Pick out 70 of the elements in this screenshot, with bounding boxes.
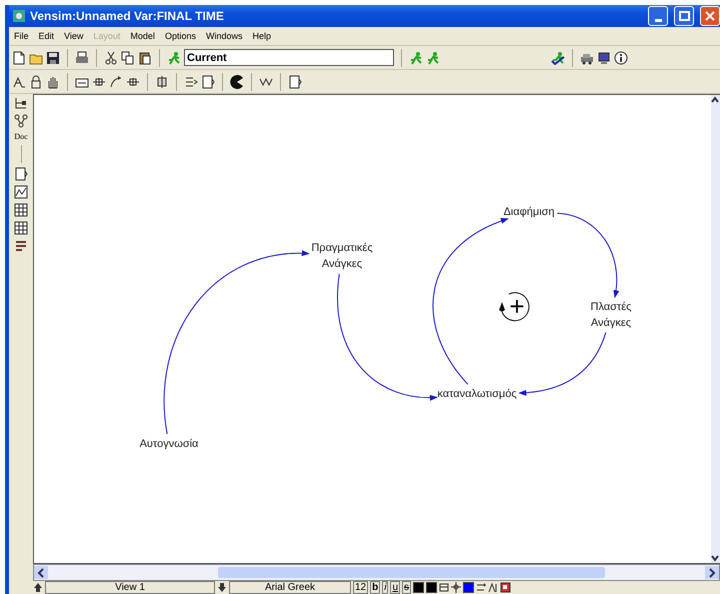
crosshair-icon[interactable] xyxy=(451,582,462,593)
app-icon xyxy=(12,9,26,23)
new-file-icon[interactable] xyxy=(12,50,26,64)
variable-label: καταναλωτισμός xyxy=(437,387,517,402)
menu-item[interactable]: Options xyxy=(160,31,201,41)
shape-tool-icon[interactable] xyxy=(439,582,450,593)
scroll-up-icon[interactable] xyxy=(711,95,719,104)
shadow-variable-icon[interactable] xyxy=(155,74,169,88)
palette-icon[interactable] xyxy=(500,582,512,593)
scroll-down-icon[interactable] xyxy=(711,554,719,563)
menu-item[interactable]: Edit xyxy=(34,31,60,41)
runner-check-icon[interactable] xyxy=(551,50,565,64)
tree-icon[interactable] xyxy=(14,96,28,110)
loop-polarity-sign: + xyxy=(509,293,525,319)
scrollbar-thumb[interactable] xyxy=(218,567,605,578)
sheet-icon[interactable] xyxy=(14,167,28,181)
paste-icon[interactable] xyxy=(138,50,152,64)
font-size-icon[interactable] xyxy=(488,582,498,593)
color-swatch[interactable] xyxy=(413,582,424,593)
sheet-icon[interactable] xyxy=(288,74,302,88)
view-name-field[interactable]: View 1 xyxy=(45,581,215,594)
run-name-field[interactable]: Current xyxy=(184,49,394,66)
runs-icon[interactable] xyxy=(14,239,28,253)
save-icon[interactable] xyxy=(46,50,60,64)
text-style-button[interactable]: i xyxy=(382,581,388,594)
menu-item[interactable]: Model xyxy=(125,31,160,41)
maximize-button[interactable] xyxy=(674,6,694,26)
graph-icon[interactable] xyxy=(14,185,28,199)
menu-item[interactable]: View xyxy=(59,31,88,41)
scroll-left-button[interactable] xyxy=(34,566,48,579)
minimize-icon xyxy=(654,18,662,22)
menu-item[interactable]: Windows xyxy=(200,31,248,41)
variable-label: Πλαστές Ανάγκες xyxy=(590,300,632,331)
window-title: Vensim:Unnamed Var:FINAL TIME xyxy=(30,9,224,23)
variable-label: Αυτογνωσία xyxy=(140,437,198,452)
maximize-icon xyxy=(678,10,690,22)
arrow-style-icon[interactable] xyxy=(476,582,486,593)
minimize-button[interactable] xyxy=(648,6,668,26)
view-down-icon[interactable] xyxy=(217,582,227,593)
print-icon[interactable] xyxy=(75,50,89,64)
font-size-field[interactable]: 12 xyxy=(353,581,368,594)
lock-icon[interactable] xyxy=(29,74,43,88)
scroll-right-button[interactable] xyxy=(705,566,719,579)
doc-button[interactable]: Doc xyxy=(14,132,28,141)
variable-label: Διαφήμιση xyxy=(503,205,555,220)
text-style-button[interactable]: u xyxy=(390,581,400,594)
text-tool-icon[interactable] xyxy=(12,74,26,88)
color-swatch[interactable] xyxy=(463,582,474,593)
text-style-button[interactable]: s xyxy=(402,581,412,594)
text-style-button[interactable]: b xyxy=(370,581,380,594)
monitor-icon[interactable] xyxy=(597,50,611,64)
network-icon[interactable] xyxy=(14,114,28,128)
variable-label: Πραγματικές Ανάγκες xyxy=(311,241,373,272)
arrow-tool-icon[interactable] xyxy=(109,74,123,88)
font-selector[interactable]: Arial Greek xyxy=(229,581,351,594)
close-icon xyxy=(704,10,716,22)
menu-item[interactable]: File xyxy=(9,31,34,41)
color-swatch[interactable] xyxy=(426,582,438,593)
table-icon[interactable] xyxy=(14,221,28,235)
table-icon[interactable] xyxy=(14,203,28,217)
copy-icon[interactable] xyxy=(121,50,135,64)
menu-item[interactable]: Help xyxy=(247,31,276,41)
info-icon[interactable] xyxy=(614,50,628,64)
cut-icon[interactable] xyxy=(104,50,118,64)
hand-icon[interactable] xyxy=(46,74,60,88)
view-up-icon[interactable] xyxy=(33,582,43,593)
close-button[interactable] xyxy=(700,6,720,26)
loop-arrow-icon xyxy=(499,292,530,322)
horizontal-scrollbar[interactable] xyxy=(33,564,720,581)
vertical-scrollbar[interactable] xyxy=(711,95,720,563)
